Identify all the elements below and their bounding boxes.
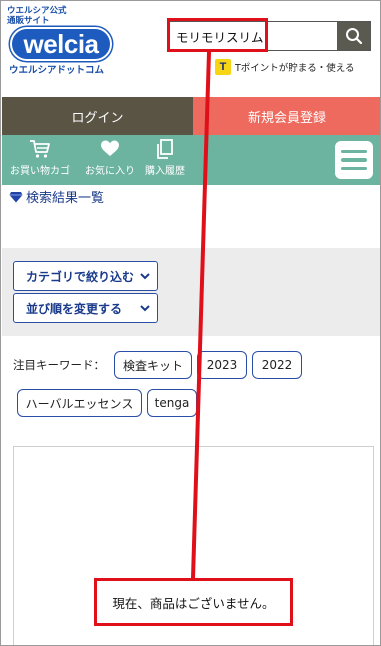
tpoint-banner[interactable]: T Tポイントが貯まる・使える <box>215 59 355 75</box>
tpoint-logo: T <box>215 59 231 75</box>
nav-item-label: 購入履歴 <box>145 166 185 177</box>
breadcrumb-label[interactable]: 検索結果一覧 <box>26 187 104 206</box>
keyword-chip[interactable]: 2023 <box>197 351 247 379</box>
diamond-icon <box>9 191 23 202</box>
hamburger-icon-bar <box>341 166 367 171</box>
login-button[interactable]: ログイン <box>2 97 193 135</box>
nav-item-history[interactable]: 購入履歴 <box>142 139 188 183</box>
logo-subtitle: ウエルシアドットコム <box>9 65 105 76</box>
logo-tagline-2: 通販サイト <box>7 16 50 26</box>
nav-item-cart[interactable]: お買い物カゴ <box>8 139 72 183</box>
hamburger-icon-bar <box>341 158 367 162</box>
breadcrumb: 検索結果一覧 <box>9 187 104 206</box>
nav-bar: お買い物カゴ お気に入り 購入履歴 <box>2 135 380 185</box>
page-frame: ウエルシア公式 通販サイト welcia ウエルシアドットコム T Tポイントが… <box>0 0 381 646</box>
hamburger-menu-button[interactable] <box>335 141 373 179</box>
chevron-down-icon <box>140 305 150 312</box>
keyword-chip[interactable]: ハーバルエッセンス <box>17 389 142 417</box>
logo-tagline-1: ウエルシア公式 <box>7 6 67 16</box>
search-button[interactable] <box>337 22 370 50</box>
cart-icon <box>30 140 50 158</box>
category-filter-label: カテゴリで絞り込む <box>26 269 135 284</box>
annotation-highlight-search <box>167 18 268 52</box>
keyword-label: 注目キーワード： <box>13 358 105 372</box>
nav-item-label: お気に入り <box>85 166 135 177</box>
hamburger-icon <box>341 149 367 154</box>
auth-row: ログイン 新規会員登録 <box>2 97 380 135</box>
sort-order-select[interactable]: 並び順を変更する <box>13 293 158 323</box>
keyword-chip[interactable]: 2022 <box>252 351 302 379</box>
no-results-message: 現在、商品はございません。 <box>112 595 275 611</box>
register-button[interactable]: 新規会員登録 <box>193 97 380 135</box>
tpoint-text: Tポイントが貯まる・使える <box>235 63 355 74</box>
chevron-down-icon <box>140 273 150 280</box>
search-icon <box>345 28 362 45</box>
annotation-highlight-no-results: 現在、商品はございません。 <box>94 578 293 626</box>
filter-panel: カテゴリで絞り込む 並び順を変更する <box>2 248 380 336</box>
category-filter-select[interactable]: カテゴリで絞り込む <box>13 261 158 291</box>
sort-order-label: 並び順を変更する <box>26 301 123 316</box>
keyword-chip[interactable]: tenga <box>147 389 197 417</box>
logo-wordmark: welcia <box>10 27 112 61</box>
copy-icon <box>157 139 173 159</box>
heart-icon <box>101 140 119 156</box>
welcia-logo[interactable]: ウエルシア公式 通販サイト welcia ウエルシアドットコム <box>7 6 119 76</box>
nav-item-favorites[interactable]: お気に入り <box>82 139 138 183</box>
nav-item-label: お買い物カゴ <box>10 166 70 177</box>
keyword-chip[interactable]: 検査キット <box>114 351 192 379</box>
